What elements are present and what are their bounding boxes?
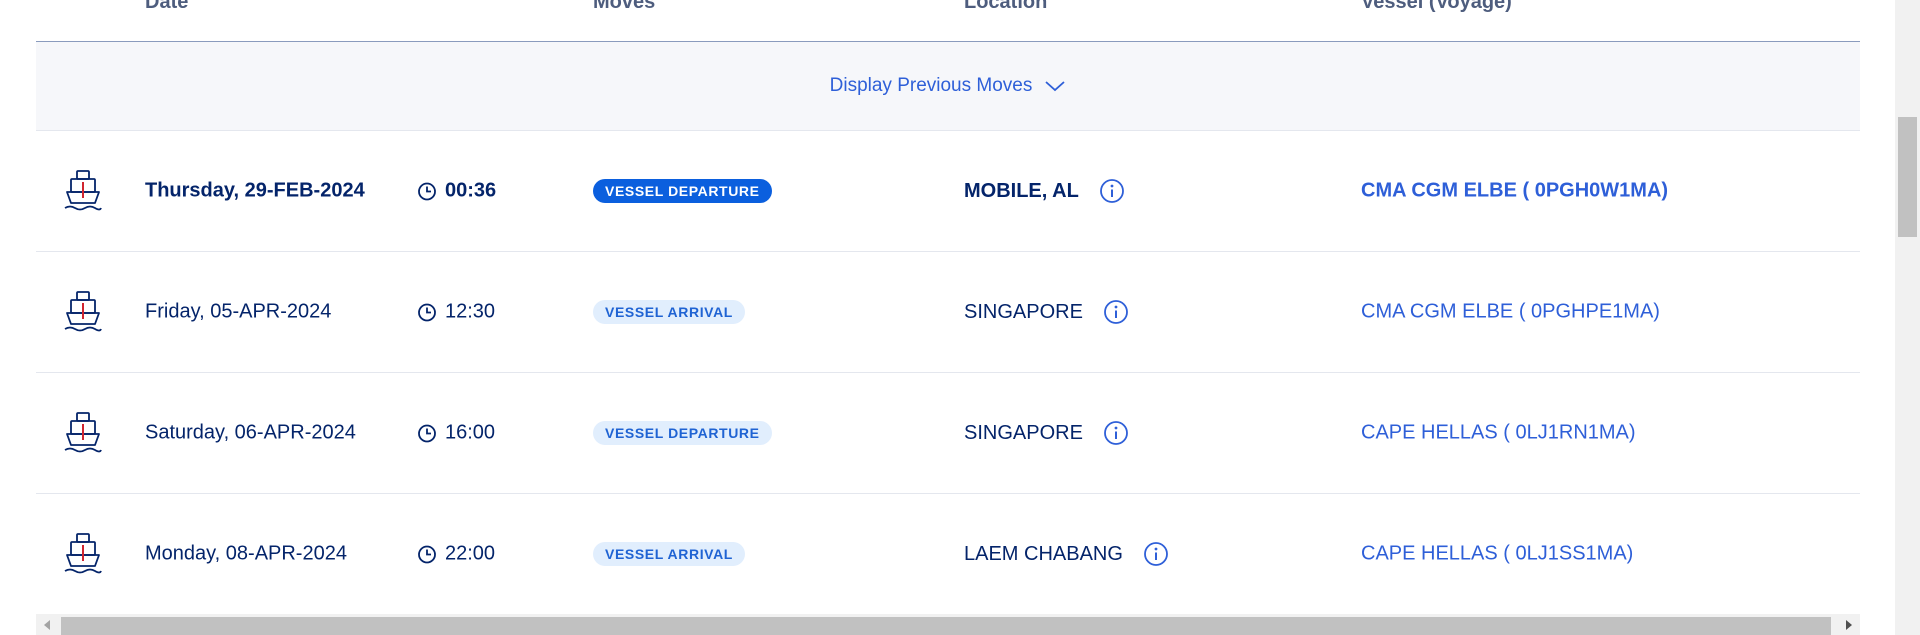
location-name: MOBILE, AL bbox=[964, 179, 1079, 202]
info-icon[interactable] bbox=[1143, 541, 1169, 567]
scroll-left-arrow[interactable] bbox=[44, 620, 50, 630]
location-name: SINGAPORE bbox=[964, 300, 1083, 323]
table-row: Thursday, 29-FEB-2024 00:36 VESSEL DEPARTU… bbox=[36, 131, 1860, 252]
move-location: SINGAPORE bbox=[964, 420, 1129, 446]
vessel-voyage-link[interactable]: CMA CGM ELBE ( 0PGH0W1MA) bbox=[1361, 180, 1668, 203]
table-header: Date Moves Location Vessel (Voyage) bbox=[36, 0, 1860, 42]
table-row: Saturday, 06-APR-2024 16:00 VESSEL DEPARTU… bbox=[36, 373, 1860, 494]
move-time: 22:00 bbox=[417, 543, 495, 566]
move-time: 12:30 bbox=[417, 301, 495, 324]
vessel-voyage-link[interactable]: CAPE HELLAS ( 0LJ1RN1MA) bbox=[1361, 422, 1636, 445]
table-row: Monday, 08-APR-2024 22:00 VESSEL ARRIVAL LA… bbox=[36, 494, 1860, 615]
horizontal-scrollbar-thumb[interactable] bbox=[61, 617, 1831, 635]
vertical-scrollbar[interactable] bbox=[1895, 0, 1920, 635]
moves-table: Date Moves Location Vessel (Voyage) Disp… bbox=[36, 0, 1860, 615]
info-icon[interactable] bbox=[1099, 178, 1125, 204]
table-row: Friday, 05-APR-2024 12:30 VESSEL ARRIVAL SI… bbox=[36, 252, 1860, 373]
ship-icon bbox=[63, 411, 103, 455]
scroll-right-arrow[interactable] bbox=[1846, 620, 1852, 630]
move-date: Thursday, 29-FEB-2024 bbox=[145, 179, 365, 202]
column-header-date: Date bbox=[145, 0, 189, 13]
info-icon[interactable] bbox=[1103, 420, 1129, 446]
location-name: SINGAPORE bbox=[964, 421, 1083, 444]
move-time-value: 16:00 bbox=[445, 421, 496, 444]
clock-icon bbox=[417, 181, 437, 201]
vessel-voyage-link[interactable]: CMA CGM ELBE ( 0PGHPE1MA) bbox=[1361, 301, 1660, 324]
move-type-badge: VESSEL ARRIVAL bbox=[593, 300, 745, 324]
ship-icon bbox=[63, 290, 103, 334]
location-name: LAEM CHABANG bbox=[964, 542, 1123, 565]
column-header-location: Location bbox=[964, 0, 1048, 13]
ship-icon bbox=[63, 532, 103, 576]
display-previous-moves-button[interactable]: Display Previous Moves bbox=[830, 75, 1067, 97]
move-date: Saturday, 06-APR-2024 bbox=[145, 421, 356, 444]
move-time-value: 12:30 bbox=[445, 300, 496, 323]
move-date: Friday, 05-APR-2024 bbox=[145, 300, 332, 323]
column-header-vessel: Vessel (Voyage) bbox=[1361, 0, 1512, 13]
move-type-badge: VESSEL DEPARTURE bbox=[593, 421, 772, 445]
horizontal-scrollbar[interactable] bbox=[36, 614, 1860, 635]
column-header-moves: Moves bbox=[593, 0, 656, 13]
move-time-value: 22:00 bbox=[445, 542, 496, 565]
info-icon[interactable] bbox=[1103, 299, 1129, 325]
clock-icon bbox=[417, 423, 437, 443]
move-type-badge: VESSEL ARRIVAL bbox=[593, 542, 745, 566]
move-type-badge: VESSEL DEPARTURE bbox=[593, 179, 772, 203]
clock-icon bbox=[417, 544, 437, 564]
vessel-voyage-link[interactable]: CAPE HELLAS ( 0LJ1SS1MA) bbox=[1361, 543, 1633, 566]
move-location: LAEM CHABANG bbox=[964, 541, 1169, 567]
chevron-down-icon bbox=[1045, 81, 1065, 92]
move-location: MOBILE, AL bbox=[964, 178, 1125, 204]
display-previous-moves-label: Display Previous Moves bbox=[829, 75, 1033, 96]
move-date: Monday, 08-APR-2024 bbox=[145, 542, 347, 565]
clock-icon bbox=[417, 302, 437, 322]
previous-moves-row: Display Previous Moves bbox=[36, 42, 1860, 131]
move-time: 00:36 bbox=[417, 180, 496, 203]
ship-icon bbox=[63, 169, 103, 213]
move-time: 16:00 bbox=[417, 422, 495, 445]
vertical-scrollbar-thumb[interactable] bbox=[1898, 117, 1917, 237]
move-time-value: 00:36 bbox=[445, 179, 497, 202]
move-location: SINGAPORE bbox=[964, 299, 1129, 325]
